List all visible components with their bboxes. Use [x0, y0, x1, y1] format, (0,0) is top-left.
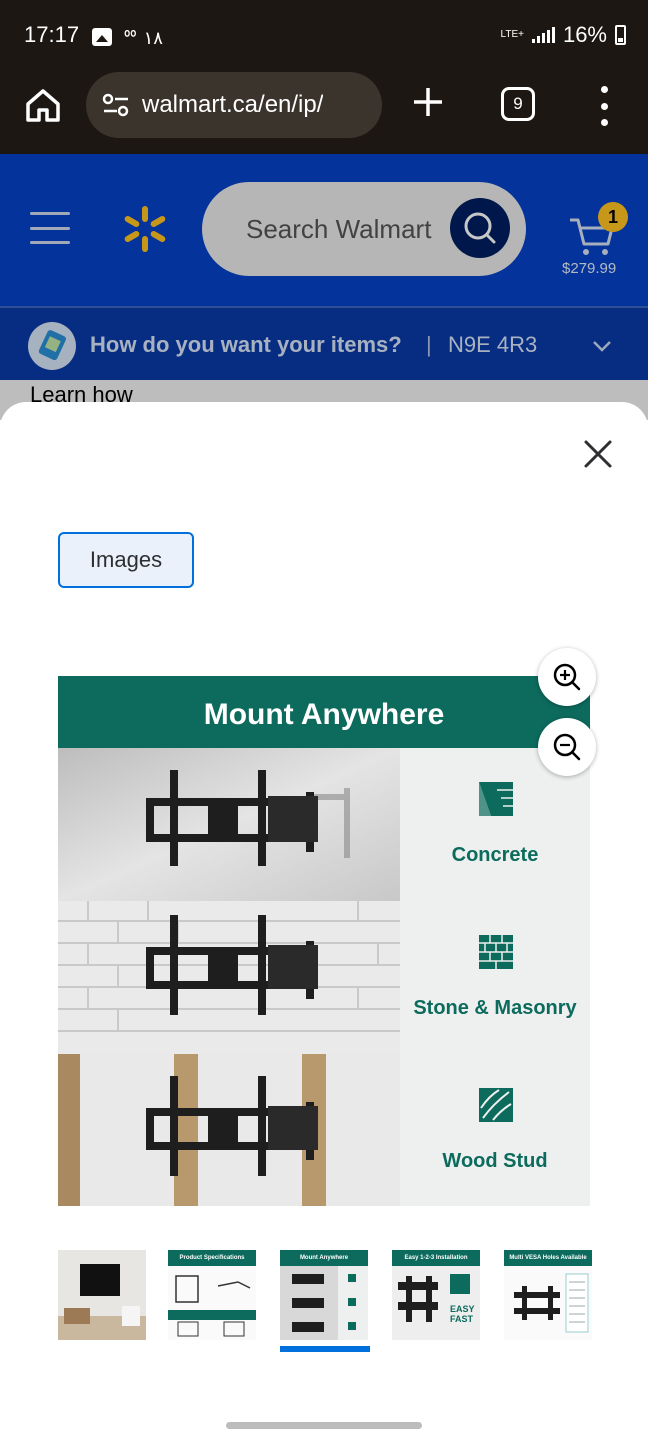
- thumbnail-1[interactable]: [58, 1250, 146, 1340]
- url-text: walmart.ca/en/ip/: [142, 91, 324, 118]
- main-product-image[interactable]: Mount Anywhere Concrete Stone & Masonry …: [58, 676, 590, 1206]
- network-type: LTE+: [500, 29, 524, 40]
- status-time: 17:17: [24, 22, 80, 47]
- menu-dot: [600, 119, 608, 126]
- thumbnail-caption: Mount Anywhere: [280, 1250, 368, 1266]
- main-image-title: Mount Anywhere: [58, 676, 590, 748]
- thumbnail-5[interactable]: Multi VESA Holes Available: [504, 1250, 592, 1340]
- thumbnail-strip: Product Specifications Mount Anywhere Ea…: [58, 1250, 592, 1352]
- menu-dot: [600, 102, 608, 110]
- address-bar[interactable]: walmart.ca/en/ip/: [86, 72, 382, 138]
- battery-icon: [615, 25, 626, 45]
- zoom-out-icon: [553, 733, 581, 761]
- mount-option-label: Concrete: [451, 844, 539, 866]
- browser-menu-button[interactable]: [596, 86, 612, 126]
- brick-icon: [479, 935, 513, 969]
- mount-option-panel: Wood Stud: [400, 1054, 590, 1206]
- mount-option-label: Stone & Masonry: [413, 997, 577, 1019]
- tab-switcher-button[interactable]: 9: [501, 87, 535, 121]
- concrete-icon: [479, 782, 513, 816]
- thumbnail-caption: Multi VESA Holes Available: [504, 1250, 592, 1266]
- status-bar: 17:17 ᅇ ١٨ LTE+ 16%: [0, 0, 648, 72]
- brick-wall-photo: [58, 901, 400, 1054]
- home-icon[interactable]: [24, 86, 62, 124]
- mount-anywhere-thumbnail: [280, 1266, 368, 1340]
- thumbnail-3[interactable]: Mount Anywhere: [280, 1250, 368, 1340]
- battery-percent: 16%: [562, 22, 607, 47]
- specs-diagram-thumbnail: [168, 1266, 256, 1340]
- status-extra: ᅇ ١٨: [122, 28, 163, 48]
- mount-option-panel: Stone & Masonry: [400, 901, 590, 1054]
- installation-thumbnail: EASY FAST: [392, 1266, 480, 1340]
- vesa-holes-thumbnail: [504, 1266, 592, 1340]
- browser-toolbar: walmart.ca/en/ip/ 9: [0, 72, 648, 154]
- mount-option-row: Wood Stud: [58, 1054, 590, 1206]
- plus-icon: [414, 88, 442, 116]
- menu-dot: [600, 86, 608, 93]
- selected-thumbnail-indicator: [280, 1346, 370, 1352]
- thumbnail-caption: Product Specifications: [168, 1250, 256, 1266]
- svg-text:FAST: FAST: [450, 1314, 474, 1324]
- signal-icon: [531, 27, 555, 43]
- image-notification-icon: [92, 28, 112, 46]
- close-icon[interactable]: [578, 434, 618, 474]
- thumbnail-2[interactable]: Product Specifications: [168, 1250, 256, 1340]
- svg-text:EASY: EASY: [450, 1304, 475, 1314]
- thumbnail-caption: Easy 1-2-3 Installation: [392, 1250, 480, 1266]
- zoom-out-button[interactable]: [538, 718, 596, 776]
- mount-option-label: Wood Stud: [442, 1150, 548, 1172]
- mount-option-row: Stone & Masonry: [58, 901, 590, 1054]
- site-settings-icon[interactable]: [102, 93, 130, 117]
- wood-stud-photo: [58, 1054, 400, 1206]
- zoom-in-button[interactable]: [538, 648, 596, 706]
- status-right: LTE+ 16%: [501, 22, 626, 48]
- tab-images[interactable]: Images: [58, 532, 194, 588]
- gesture-home-indicator[interactable]: [226, 1422, 422, 1429]
- concrete-wall-photo: [58, 748, 400, 901]
- status-notifications: ᅇ ١٨: [92, 24, 163, 50]
- wood-icon: [479, 1088, 513, 1122]
- image-gallery-modal: Images Mount Anywhere Concrete Stone & M…: [0, 402, 648, 1440]
- mount-option-row: Concrete: [58, 748, 590, 901]
- new-tab-button[interactable]: [410, 84, 446, 120]
- room-photo-thumbnail: [58, 1250, 146, 1340]
- modal-backdrop[interactable]: [0, 154, 648, 420]
- zoom-in-icon: [553, 663, 581, 691]
- thumbnail-4[interactable]: Easy 1-2-3 Installation EASY FAST: [392, 1250, 480, 1340]
